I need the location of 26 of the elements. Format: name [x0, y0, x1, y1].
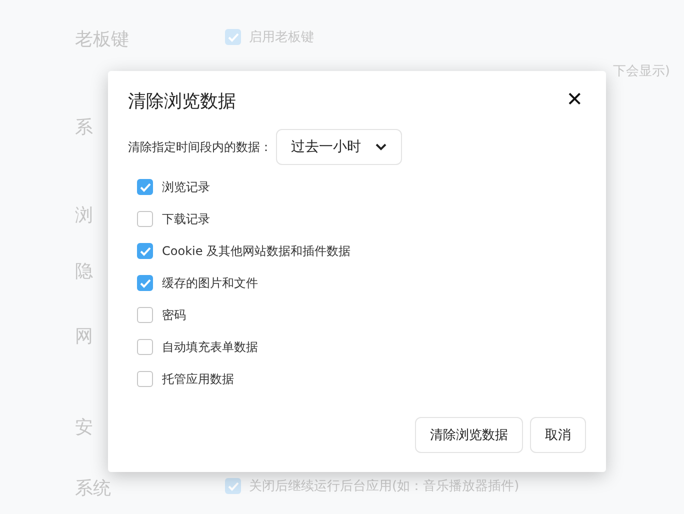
- checkbox-label[interactable]: Cookie 及其他网站数据和插件数据: [162, 242, 351, 260]
- time-range-dropdown[interactable]: 过去一小时: [276, 129, 402, 165]
- checkbox[interactable]: [137, 243, 153, 259]
- check-icon: [140, 182, 150, 192]
- check-icon: [140, 246, 150, 256]
- checkbox[interactable]: [137, 275, 153, 291]
- dialog-button[interactable]: 取消: [530, 417, 586, 453]
- dialog-title: 清除浏览数据: [128, 90, 236, 113]
- checkbox[interactable]: [137, 211, 153, 227]
- close-button[interactable]: ✕: [563, 87, 586, 111]
- dialog-button[interactable]: 清除浏览数据: [415, 417, 523, 453]
- chevron-down-icon: [375, 143, 387, 151]
- range-label: 清除指定时间段内的数据：: [128, 138, 272, 156]
- check-icon: [140, 278, 150, 288]
- checkbox[interactable]: [137, 339, 153, 355]
- checkbox[interactable]: [137, 307, 153, 323]
- check-icon: [228, 482, 238, 490]
- checkbox-label[interactable]: 自动填充表单数据: [162, 338, 258, 356]
- check-icon: [228, 32, 238, 42]
- checkbox-label[interactable]: 托管应用数据: [162, 370, 234, 388]
- checkbox[interactable]: [137, 179, 153, 195]
- checkbox[interactable]: [137, 371, 153, 387]
- checkbox-label[interactable]: 密码: [162, 306, 186, 324]
- checkbox-label[interactable]: 缓存的图片和文件: [162, 274, 258, 292]
- checkbox-label[interactable]: 浏览记录: [162, 178, 210, 196]
- checkbox-label[interactable]: 下载记录: [162, 210, 210, 228]
